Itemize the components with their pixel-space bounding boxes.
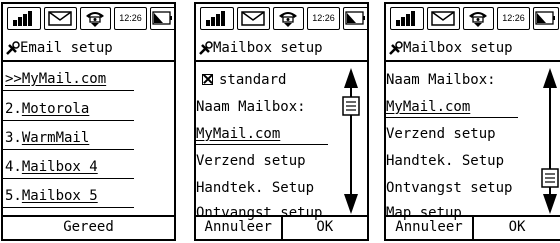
mailbox-item-5-label: Mailbox 5	[21, 188, 98, 204]
battery-icon	[150, 7, 174, 30]
item-divider	[3, 149, 134, 150]
scroll-down-icon	[543, 194, 557, 214]
mailbox-item-2[interactable]: 2.Motorola	[5, 97, 89, 121]
item-divider	[3, 120, 134, 121]
envelope-icon	[237, 7, 270, 30]
phone-icon	[80, 7, 111, 30]
scroll-up-icon	[344, 68, 358, 88]
ok-softkey[interactable]: OK	[280, 217, 368, 239]
envelope-icon	[427, 7, 460, 30]
mailbox-setup-screen-scrolled: 12:26 Mailbox setup Naam Mailbox: MyMail…	[384, 2, 560, 241]
standard-option[interactable]: standard	[196, 68, 286, 92]
mailbox-name-label: Naam Mailbox:	[196, 99, 306, 115]
mailbox-item-3-label: WarmMail	[21, 130, 90, 146]
signal-icon	[390, 7, 424, 30]
item-divider	[3, 207, 134, 208]
send-setup-item[interactable]: Verzend setup	[386, 122, 496, 146]
mailbox-item-1[interactable]: >>MyMail.com	[5, 67, 106, 91]
battery-icon	[343, 7, 367, 30]
envelope-icon	[44, 7, 77, 30]
scroll-thumb-icon	[541, 168, 559, 188]
ok-softkey[interactable]: OK	[472, 217, 560, 239]
mailbox-item-3[interactable]: 3.WarmMail	[5, 126, 89, 150]
battery-icon	[533, 7, 559, 30]
item-divider	[3, 90, 134, 91]
mailbox-name-value[interactable]: MyMail.com	[386, 95, 470, 119]
wrench-icon	[6, 41, 20, 55]
mailbox-item-4-label: Mailbox 4	[21, 159, 98, 175]
scrollbar[interactable]	[538, 66, 560, 216]
screen-title: Email setup	[3, 36, 174, 62]
mailbox-name-value[interactable]: MyMail.com	[196, 122, 280, 146]
softkey-bar: Gereed	[3, 215, 174, 239]
receive-setup-item[interactable]: Ontvangst setup	[386, 176, 512, 200]
cancel-softkey[interactable]: Annuleer	[196, 217, 281, 239]
mailbox-item-5[interactable]: 5.Mailbox 5	[5, 184, 98, 208]
done-softkey[interactable]: Gereed	[3, 217, 174, 239]
status-bar: 12:26	[386, 4, 560, 33]
scroll-thumb-icon	[342, 96, 360, 116]
mailbox-setup-screen: 12:26 Mailbox setup standard Naam Mailbo…	[194, 2, 369, 241]
email-setup-screen: 12:26 Email setup >>MyMail.com 2.Motorol…	[1, 2, 176, 241]
item-divider	[3, 178, 134, 179]
mailbox-item-4[interactable]: 4.Mailbox 4	[5, 155, 98, 179]
softkey-bar: Annuleer OK	[196, 215, 367, 239]
mailbox-name-label: Naam Mailbox:	[386, 72, 496, 88]
scroll-down-icon	[344, 194, 358, 214]
signal-icon	[200, 7, 234, 30]
cancel-softkey[interactable]: Annuleer	[386, 217, 472, 239]
signature-setup-item[interactable]: Handtek. Setup	[386, 149, 504, 173]
mailbox-item-2-label: Motorola	[21, 101, 90, 117]
wrench-icon	[389, 41, 403, 55]
screen-title: Mailbox setup	[386, 36, 560, 62]
softkey-bar: Annuleer OK	[386, 215, 560, 239]
phone-icon	[463, 7, 494, 30]
scrollbar[interactable]	[339, 66, 363, 216]
signal-icon	[7, 7, 41, 30]
clock: 12:26	[497, 7, 530, 30]
scroll-up-icon	[543, 68, 557, 88]
send-setup-item[interactable]: Verzend setup	[196, 149, 306, 173]
status-bar: 12:26	[3, 4, 174, 33]
clock: 12:26	[307, 7, 340, 30]
wrench-icon	[199, 41, 213, 55]
clock: 12:26	[114, 7, 147, 30]
item-divider	[386, 117, 518, 118]
checkbox-icon	[202, 74, 213, 85]
status-bar: 12:26	[196, 4, 367, 33]
screen-title: Mailbox setup	[196, 36, 367, 62]
item-divider	[196, 144, 328, 145]
phone-icon	[273, 7, 304, 30]
signature-setup-item[interactable]: Handtek. Setup	[196, 176, 314, 200]
